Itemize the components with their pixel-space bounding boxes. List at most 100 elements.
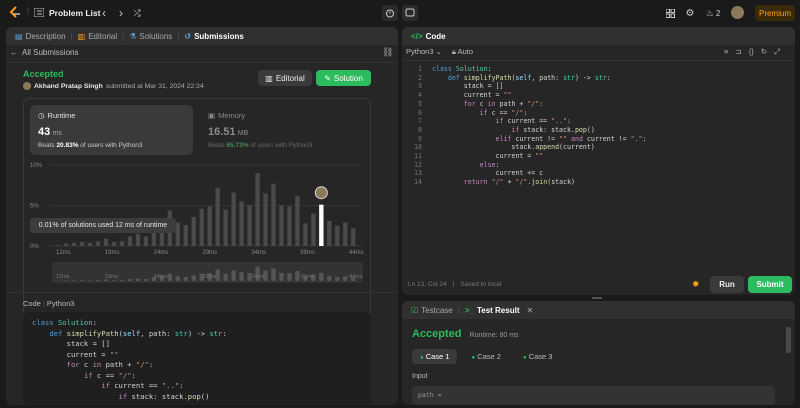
leetcode-logo-icon[interactable] (8, 6, 22, 20)
bar[interactable] (183, 224, 188, 246)
bar[interactable] (303, 223, 308, 246)
bar-highlighted[interactable] (319, 204, 324, 246)
tab-code[interactable]: </> Code (408, 32, 449, 41)
case-tab-1[interactable]: ● Case 1 (412, 349, 458, 364)
minimap-bar (279, 273, 284, 281)
case-tab-2[interactable]: ● Case 2 (463, 349, 508, 364)
bar[interactable] (191, 216, 196, 246)
back-to-submissions[interactable]: ← All Submissions (10, 48, 78, 57)
fullscreen-icon[interactable]: ⤢ (774, 47, 780, 57)
tab-editorial[interactable]: ▥ Editorial (75, 32, 120, 41)
bar[interactable] (103, 238, 109, 246)
checkbox-icon: ☑ (411, 305, 419, 315)
bar[interactable] (247, 205, 252, 247)
bar[interactable] (119, 241, 125, 246)
avatar[interactable] (731, 6, 744, 19)
bar[interactable] (351, 228, 356, 246)
case-tab-3[interactable]: ● Case 3 (515, 349, 560, 364)
link-icon[interactable]: ⛓ (382, 47, 393, 58)
minimap-bar (231, 270, 236, 281)
bar[interactable] (79, 241, 85, 246)
solution-button[interactable]: ✎ Solution (316, 70, 371, 86)
bar[interactable] (327, 220, 332, 246)
code-line[interactable]: 7 if current == "..": (410, 117, 790, 126)
test-runtime: Runtime: 80 ms (469, 332, 519, 339)
bookmark-icon[interactable]: ⊐ (735, 47, 741, 57)
bar[interactable] (215, 187, 220, 246)
next-problem-button[interactable]: › (115, 5, 127, 21)
layout-grid-icon[interactable] (664, 5, 676, 21)
tab-submissions[interactable]: ↺ Submissions (181, 32, 247, 41)
bar[interactable] (239, 201, 244, 246)
bar[interactable] (311, 213, 316, 246)
bar[interactable] (255, 173, 260, 246)
minimap-bar (343, 276, 348, 281)
tab-description[interactable]: ▤ Description (12, 32, 69, 41)
submitted-code: class Solution: def simplifyPath(self, p… (23, 312, 371, 405)
bar[interactable] (143, 236, 149, 246)
bar[interactable] (95, 241, 101, 246)
bar[interactable] (335, 225, 340, 246)
code-editor[interactable]: 1 class Solution: 2 def simplifyPath(self,… (410, 65, 790, 187)
bar[interactable] (71, 242, 77, 246)
code-line[interactable]: 6 if c == "/": (410, 109, 790, 118)
bar[interactable] (175, 222, 180, 246)
code-line[interactable]: 2 def simplifyPath(self, path: str) -> s… (410, 74, 790, 83)
code-line[interactable]: 8 if stack: stack.pop() (410, 126, 790, 135)
bar[interactable] (111, 241, 117, 246)
arrow-left-icon: ← (10, 48, 18, 57)
code-line[interactable]: 11 current = "" (410, 152, 790, 161)
streak-counter[interactable]: ♨ 2 (703, 5, 723, 21)
notes-icon[interactable] (402, 5, 418, 21)
bar[interactable] (56, 245, 61, 246)
code-line[interactable]: 3 stack = [] (410, 82, 790, 91)
code-line[interactable]: 10 stack.append(current) (410, 143, 790, 152)
bar[interactable] (87, 242, 93, 246)
editorial-button[interactable]: ▥ Editorial (258, 70, 312, 86)
bar[interactable] (223, 209, 228, 246)
code-line[interactable]: 9 elif current != "" and current != ".": (410, 135, 790, 144)
code-line[interactable]: 13 current += c (410, 169, 790, 178)
format-icon[interactable]: ≡ (724, 47, 728, 57)
tab-solutions[interactable]: ⚗ Solutions (126, 32, 175, 41)
bar[interactable] (199, 208, 204, 246)
bar[interactable] (207, 206, 212, 246)
bar[interactable] (279, 205, 284, 247)
memory-card[interactable]: ▣ Memory 16.51 MB Beats 65.73% of users w… (202, 105, 365, 155)
bar[interactable] (63, 243, 69, 246)
close-icon[interactable]: ✕ (522, 306, 533, 315)
code-line[interactable]: 14 return "/" + "/".join(stack) (410, 178, 790, 187)
runtime-card[interactable]: ◷ Runtime 43 ms Beats 20.83% of users wit… (30, 105, 193, 155)
tab-test-result[interactable]: >_ Test Result (462, 306, 523, 315)
bar[interactable] (295, 195, 300, 246)
timer-icon[interactable] (382, 5, 398, 21)
reset-icon[interactable]: ↻ (761, 47, 767, 57)
premium-button[interactable]: Premium (755, 5, 795, 21)
bar[interactable] (343, 222, 348, 246)
problem-list-link[interactable]: Problem List (49, 8, 100, 18)
bar[interactable] (271, 183, 276, 246)
settings-gear-icon[interactable]: ⚙ (684, 5, 696, 21)
tab-testcase[interactable]: ☑ Testcase (408, 306, 456, 315)
prev-problem-button[interactable]: ‹ (98, 5, 110, 21)
shuffle-icon[interactable]: ⤮ (131, 5, 143, 21)
bar[interactable] (135, 233, 141, 246)
bar[interactable] (231, 192, 236, 246)
bar[interactable] (127, 236, 133, 246)
code-line[interactable]: 4 current = "" (410, 91, 790, 100)
auto-mode-toggle[interactable]: 🔒︎ Auto (452, 47, 473, 57)
bar[interactable] (263, 193, 268, 246)
book-icon: ▥ (77, 31, 86, 41)
scrollbar[interactable] (786, 327, 791, 353)
code-line[interactable]: 5 for c in path + "/": (410, 100, 790, 109)
code-line[interactable]: 1 class Solution: (410, 65, 790, 74)
debug-icon[interactable]: ✹ (692, 279, 700, 290)
code-line[interactable]: 12 else: (410, 161, 790, 170)
run-button[interactable]: Run (710, 276, 744, 293)
language-select[interactable]: Python3 ⌄ (406, 47, 442, 57)
username[interactable]: Akhand Pratap Singh (34, 83, 103, 90)
submit-button[interactable]: Submit (748, 276, 792, 293)
bar[interactable] (287, 206, 292, 246)
braces-icon[interactable]: {} (749, 47, 754, 57)
resize-handle[interactable] (592, 297, 602, 299)
